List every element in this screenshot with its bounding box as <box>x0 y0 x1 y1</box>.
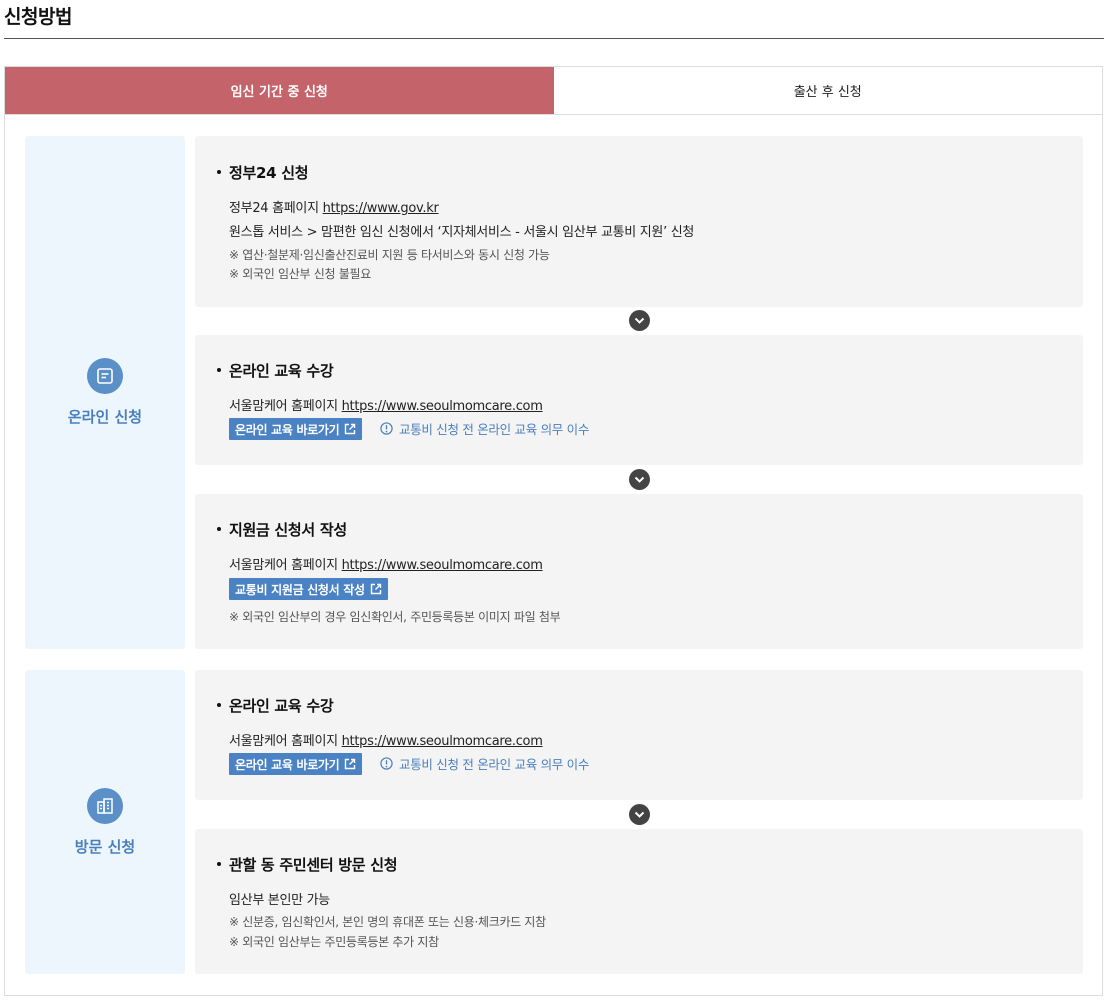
step-note: ※ 외국인 임산부의 경우 임신확인서, 주민등록등본 이미지 파일 첨부 <box>229 610 561 624</box>
step-line: 임산부 본인만 가능 <box>229 893 330 908</box>
external-link-icon <box>345 423 356 435</box>
visit-application-label: 방문 신청 <box>74 837 136 856</box>
online-education-button[interactable]: 온라인 교육 바로가기 <box>229 418 363 440</box>
step-note: ※ 외국인 임산부는 주민등록등본 추가 지참 <box>229 935 439 949</box>
info-notice: 교통비 신청 전 온라인 교육 의무 이수 <box>380 754 589 773</box>
step-title: 온라인 교육 수강 <box>217 695 334 716</box>
info-icon <box>380 422 393 435</box>
title-divider <box>4 38 1104 39</box>
document-icon <box>87 358 123 394</box>
step-card-community-center: 관할 동 주민센터 방문 신청 임산부 본인만 가능 ※ 신분증, 임신확인서,… <box>195 829 1083 974</box>
step-note: ※ 외국인 임산부 신청 불필요 <box>229 267 371 281</box>
chevron-down-icon <box>629 804 650 825</box>
step-title: 관할 동 주민센터 방문 신청 <box>217 854 398 875</box>
seoulmomcare-link[interactable]: https://www.seoulmomcare.com <box>342 399 543 414</box>
step-line: 정부24 홈페이지 https://www.gov.kr <box>229 201 439 216</box>
subsidy-application-button[interactable]: 교통비 지원금 신청서 작성 <box>229 578 388 600</box>
tab-bar: 임신 기간 중 신청 출산 후 신청 <box>4 66 1103 115</box>
info-icon <box>380 757 393 770</box>
seoulmomcare-link[interactable]: https://www.seoulmomcare.com <box>342 734 543 749</box>
step-line: 서울맘케어 홈페이지 https://www.seoulmomcare.com <box>229 734 543 749</box>
step-card-gov24: 정부24 신청 정부24 홈페이지 https://www.gov.kr 원스톱… <box>195 136 1083 307</box>
chevron-down-icon <box>629 469 650 490</box>
seoulmomcare-link[interactable]: https://www.seoulmomcare.com <box>342 558 543 573</box>
step-card-application-form: 지원금 신청서 작성 서울맘케어 홈페이지 https://www.seoulm… <box>195 494 1083 649</box>
external-link-icon <box>370 583 381 595</box>
step-line: 서울맘케어 홈페이지 https://www.seoulmomcare.com <box>229 399 543 414</box>
step-note: ※ 엽산·철분제·임신출산진료비 지원 등 타서비스와 동시 신청 가능 <box>229 248 550 262</box>
visit-application-section: 방문 신청 <box>25 670 185 974</box>
building-icon <box>87 787 123 824</box>
tab-after-birth[interactable]: 출산 후 신청 <box>553 67 1102 114</box>
step-card-visit-online-education: 온라인 교육 수강 서울맘케어 홈페이지 https://www.seoulmo… <box>195 670 1083 800</box>
step-title: 지원금 신청서 작성 <box>217 519 347 540</box>
page-title: 신청방법 <box>4 6 72 28</box>
step-title: 정부24 신청 <box>217 162 309 183</box>
tab-during-pregnancy[interactable]: 임신 기간 중 신청 <box>5 67 554 114</box>
online-application-label: 온라인 신청 <box>67 408 143 426</box>
step-line: 서울맘케어 홈페이지 https://www.seoulmomcare.com <box>229 558 543 573</box>
gov24-link[interactable]: https://www.gov.kr <box>323 201 439 216</box>
online-application-section: 온라인 신청 <box>25 136 185 649</box>
online-education-button[interactable]: 온라인 교육 바로가기 <box>229 753 363 775</box>
external-link-icon <box>345 758 356 770</box>
step-card-online-education: 온라인 교육 수강 서울맘케어 홈페이지 https://www.seoulmo… <box>195 335 1083 465</box>
step-title: 온라인 교육 수강 <box>217 360 334 381</box>
chevron-down-icon <box>629 310 650 331</box>
step-note: ※ 신분증, 임신확인서, 본인 명의 휴대폰 또는 신용·체크카드 지참 <box>229 915 546 929</box>
info-notice: 교통비 신청 전 온라인 교육 의무 이수 <box>380 419 589 438</box>
step-line: 원스톱 서비스 > 맘편한 임신 신청에서 ‘지자체서비스 - 서울시 임산부 … <box>229 225 695 240</box>
